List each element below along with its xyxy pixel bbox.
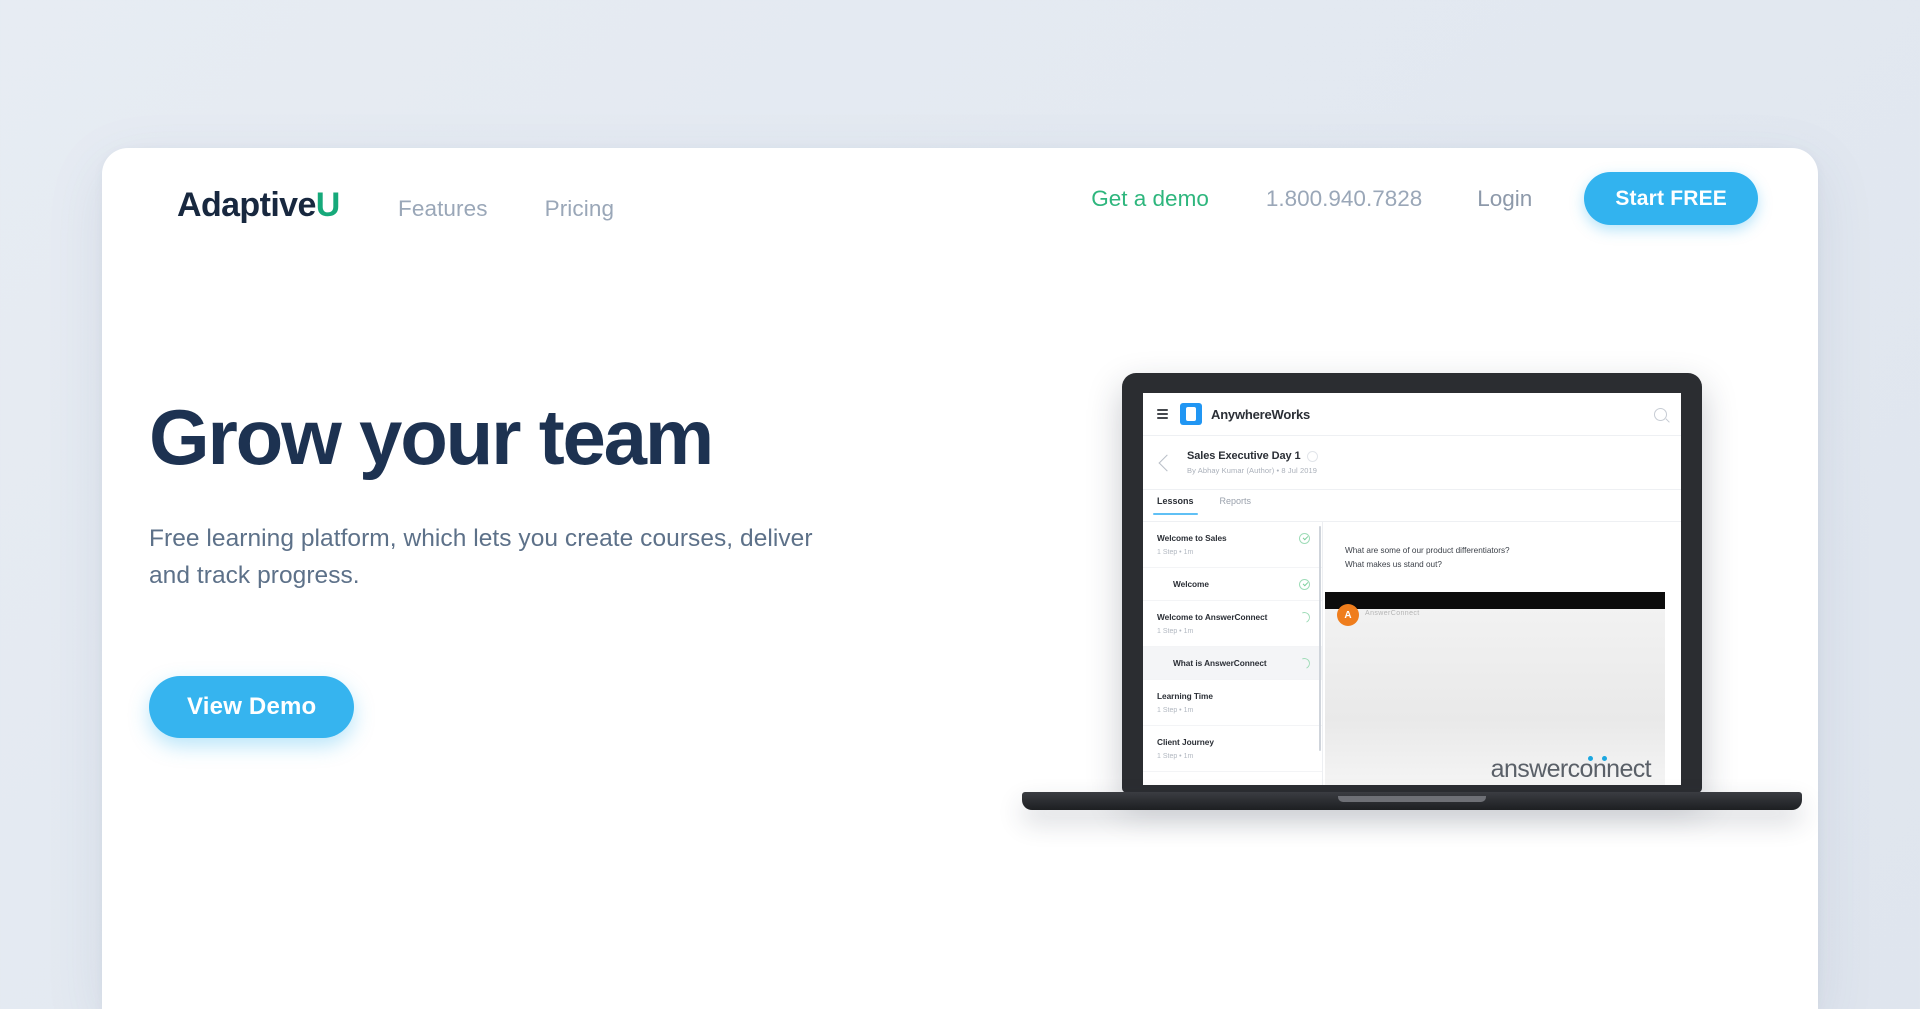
app-tabs: Lessons Reports <box>1143 490 1681 522</box>
lesson-content: What are some of our product differentia… <box>1323 522 1681 785</box>
hero-subtitle: Free learning platform, which lets you c… <box>149 525 813 590</box>
lesson-list-scrollbar[interactable] <box>1318 526 1321 751</box>
lesson-question-line-2: What makes us stand out? <box>1345 559 1442 569</box>
laptop-mockup: AnywhereWorks Sales Executive Day 1 By A… <box>1022 373 1802 873</box>
partial-progress-icon <box>1297 610 1312 625</box>
course-progress-ring-icon <box>1307 450 1319 462</box>
lesson-name: Learning Time <box>1157 691 1213 701</box>
search-icon[interactable] <box>1654 407 1667 421</box>
lesson-name: Client Journey <box>1157 737 1214 747</box>
list-item[interactable]: Welcome <box>1143 568 1322 601</box>
list-item[interactable]: Welcome to AnswerConnect 1 Step • 1m <box>1143 601 1322 647</box>
lesson-meta: 1 Step • 1m <box>1157 628 1194 635</box>
lesson-list: Welcome to Sales 1 Step • 1m Welcome Wel… <box>1143 522 1323 785</box>
list-item[interactable]: Learning Time 1 Step • 1m <box>1143 680 1322 726</box>
page-title: Grow your team <box>149 393 714 481</box>
partial-progress-icon <box>1297 656 1312 671</box>
lesson-name: What is AnswerConnect <box>1173 658 1267 668</box>
check-circle-icon <box>1299 579 1310 590</box>
lesson-meta: 1 Step • 1m <box>1157 549 1194 556</box>
brand-logo[interactable]: AdaptiveU <box>177 186 340 225</box>
nav-link-get-a-demo[interactable]: Get a demo <box>1091 186 1209 212</box>
list-item[interactable]: Department Structure <box>1143 772 1322 785</box>
status-badge <box>1297 610 1312 625</box>
video-caption: AnswerConnect <box>1365 610 1420 618</box>
back-chevron-icon[interactable] <box>1158 454 1176 471</box>
status-badge <box>1299 533 1310 544</box>
lesson-name: Department Structure <box>1157 783 1308 785</box>
brand-logo-accent: U <box>315 186 341 224</box>
hero-section: Grow your team Free learning platform, w… <box>149 393 939 739</box>
list-item[interactable]: Welcome to Sales 1 Step • 1m <box>1143 522 1322 568</box>
start-free-button[interactable]: Start FREE <box>1584 172 1758 225</box>
lesson-meta: 1 Step • 1m <box>1157 707 1194 714</box>
answerconnect-logo: answerconnect <box>1490 755 1652 784</box>
laptop-lid: AnywhereWorks Sales Executive Day 1 By A… <box>1122 373 1702 793</box>
video-top-bar <box>1325 592 1665 610</box>
course-header: Sales Executive Day 1 By Abhay Kumar (Au… <box>1143 436 1681 490</box>
lesson-name: Welcome <box>1173 579 1209 589</box>
status-badge <box>1297 656 1312 671</box>
nav-link-features[interactable]: Features <box>398 196 488 222</box>
status-badge <box>1299 579 1310 590</box>
course-title-label: Sales Executive Day 1 <box>1187 450 1301 462</box>
tab-lessons[interactable]: Lessons <box>1153 496 1197 515</box>
anywhereworks-logo-icon <box>1180 403 1202 425</box>
laptop-base <box>1022 792 1802 810</box>
app-body: Welcome to Sales 1 Step • 1m Welcome Wel… <box>1143 522 1681 785</box>
course-meta: By Abhay Kumar (Author) • 8 Jul 2019 <box>1187 466 1318 475</box>
lesson-name: Welcome to AnswerConnect <box>1157 612 1268 622</box>
tab-reports[interactable]: Reports <box>1220 496 1252 515</box>
secondary-nav: Get a demo 1.800.940.7828 Login Start FR… <box>1091 172 1758 225</box>
avatar: A <box>1337 604 1359 627</box>
laptop-notch <box>1338 796 1486 802</box>
course-title: Sales Executive Day 1 <box>1187 450 1319 462</box>
nav-phone-number[interactable]: 1.800.940.7828 <box>1266 186 1422 212</box>
app-logo-label: AnywhereWorks <box>1211 406 1311 422</box>
nav-link-pricing[interactable]: Pricing <box>545 196 614 222</box>
lesson-meta: 1 Step • 1m <box>1157 753 1194 760</box>
lesson-question-line-1: What are some of our product differentia… <box>1345 546 1510 555</box>
check-circle-icon <box>1299 533 1310 544</box>
nav-link-login[interactable]: Login <box>1477 186 1532 212</box>
app-topbar: AnywhereWorks <box>1143 393 1681 436</box>
primary-nav: Features Pricing <box>398 196 614 222</box>
list-item[interactable]: Client Journey 1 Step • 1m <box>1143 726 1322 772</box>
brand-logo-main: Adaptive <box>177 186 316 224</box>
hamburger-icon[interactable] <box>1157 407 1168 421</box>
view-demo-button[interactable]: View Demo <box>149 676 355 739</box>
page-card: AdaptiveU Features Pricing Get a demo 1.… <box>102 148 1818 1009</box>
laptop-screen: AnywhereWorks Sales Executive Day 1 By A… <box>1143 393 1681 785</box>
lesson-video[interactable]: A AnswerConnect answerconnect <box>1325 592 1665 785</box>
list-item[interactable]: What is AnswerConnect <box>1143 647 1322 680</box>
navbar: AdaptiveU Features Pricing Get a demo 1.… <box>102 148 1818 258</box>
lesson-name: Welcome to Sales <box>1157 533 1227 543</box>
